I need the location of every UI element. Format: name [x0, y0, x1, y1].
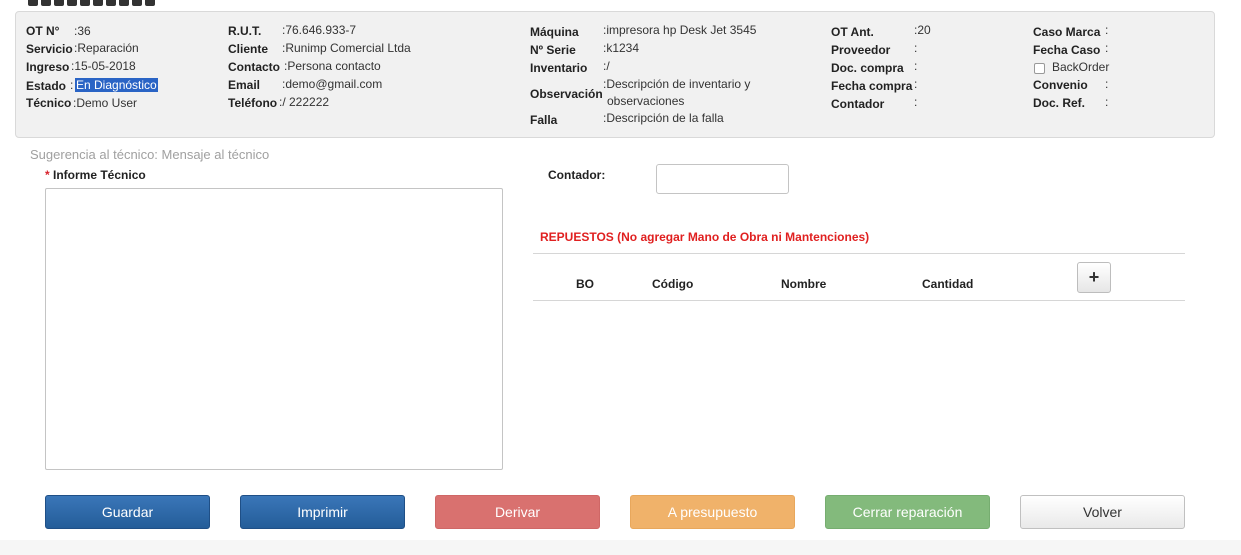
contador-info-value: :	[914, 95, 918, 109]
repuestos-title: REPUESTOS (No agregar Mano de Obra ni Ma…	[540, 230, 870, 244]
maquina-value: :impresora hp Desk Jet 3545	[603, 23, 757, 37]
doc-ref-label: Doc. Ref.	[1033, 96, 1086, 110]
tecnico-label: Técnico	[26, 96, 72, 110]
page-title-cutoff	[0, 0, 1241, 8]
rut-value: :76.646.933-7	[282, 23, 357, 37]
falla-value: :Descripción de la falla	[603, 111, 724, 125]
contador-input[interactable]	[656, 164, 789, 194]
fecha-compra-value: :	[914, 77, 918, 91]
contacto-label: Contacto	[228, 60, 280, 74]
observacion-label: Observación	[530, 87, 603, 101]
technician-suggestion: Sugerencia al técnico: Mensaje al técnic…	[30, 147, 270, 162]
contador-info-label: Contador	[831, 97, 885, 111]
ot-ant-label: OT Ant.	[831, 25, 874, 39]
ingreso-value: :15-05-2018	[71, 59, 136, 73]
backorder-label: BackOrder	[1052, 60, 1110, 74]
inventario-value: :/	[603, 59, 610, 73]
doc-compra-label: Doc. compra	[831, 61, 904, 75]
maquina-label: Máquina	[530, 25, 579, 39]
required-marker: *	[45, 168, 50, 182]
tecnico-value: :Demo User	[73, 96, 138, 110]
estado-value-prefix: :	[70, 78, 74, 92]
imprimir-button[interactable]: Imprimir	[240, 495, 405, 529]
ot-number-value: :36	[74, 24, 91, 38]
inventario-label: Inventario	[530, 61, 588, 75]
servicio-label: Servicio	[26, 42, 73, 56]
caso-marca-label: Caso Marca	[1033, 25, 1101, 39]
column-header-cantidad: Cantidad	[922, 277, 974, 291]
estado-label: Estado	[26, 79, 67, 93]
proveedor-label: Proveedor	[831, 43, 891, 57]
cliente-label: Cliente	[228, 42, 269, 56]
backorder-checkbox[interactable]	[1034, 63, 1045, 74]
convenio-label: Convenio	[1033, 78, 1088, 92]
fecha-caso-label: Fecha Caso	[1033, 43, 1101, 57]
footer-band	[0, 540, 1241, 555]
proveedor-value: :	[914, 41, 918, 55]
a-presupuesto-button[interactable]: A presupuesto	[630, 495, 795, 529]
column-header-bo: BO	[576, 277, 594, 291]
volver-button[interactable]: Volver	[1020, 495, 1185, 529]
guardar-button[interactable]: Guardar	[45, 495, 210, 529]
estado-value: En Diagnóstico	[75, 78, 158, 92]
cliente-value: :Runimp Comercial Ltda	[282, 41, 411, 55]
plus-icon: +	[1088, 267, 1100, 287]
ingreso-label: Ingreso	[26, 60, 70, 74]
serie-value: :k1234	[603, 41, 640, 55]
doc-compra-value: :	[914, 59, 918, 73]
servicio-value: :Reparación	[74, 41, 139, 55]
cerrar-reparacion-button[interactable]: Cerrar reparación	[825, 495, 990, 529]
table-header-divider	[533, 300, 1185, 301]
email-value: :demo@gmail.com	[282, 77, 383, 91]
observacion-value-line1: :Descripción de inventario y	[603, 77, 751, 91]
serie-label: Nº Serie	[530, 43, 576, 57]
column-header-nombre: Nombre	[781, 277, 827, 291]
caso-marca-value: :	[1105, 23, 1109, 37]
column-header-codigo: Código	[652, 277, 694, 291]
informe-tecnico-label: * Informe Técnico	[45, 168, 146, 182]
table-top-divider	[533, 253, 1185, 254]
telefono-label: Teléfono	[228, 96, 278, 110]
observacion-value-line2: observaciones	[607, 94, 685, 108]
fecha-caso-value: :	[1105, 41, 1109, 55]
rut-label: R.U.T.	[228, 24, 262, 38]
add-repuesto-button[interactable]: +	[1077, 262, 1111, 293]
convenio-value: :	[1105, 77, 1109, 91]
derivar-button[interactable]: Derivar	[435, 495, 600, 529]
fecha-compra-label: Fecha compra	[831, 79, 913, 93]
ot-number-label: OT N°	[26, 24, 60, 38]
telefono-value: :/ 222222	[279, 95, 330, 109]
contacto-value: :Persona contacto	[284, 59, 381, 73]
falla-label: Falla	[530, 113, 558, 127]
ot-ant-value: :20	[914, 23, 931, 37]
work-order-info-panel: OT N° :36 Servicio :Reparación Ingreso :…	[15, 11, 1215, 138]
doc-ref-value: :	[1105, 95, 1109, 109]
email-label: Email	[228, 78, 261, 92]
informe-tecnico-label-text: Informe Técnico	[53, 168, 146, 182]
contador-label: Contador:	[548, 168, 606, 182]
informe-tecnico-textarea[interactable]	[45, 188, 503, 470]
